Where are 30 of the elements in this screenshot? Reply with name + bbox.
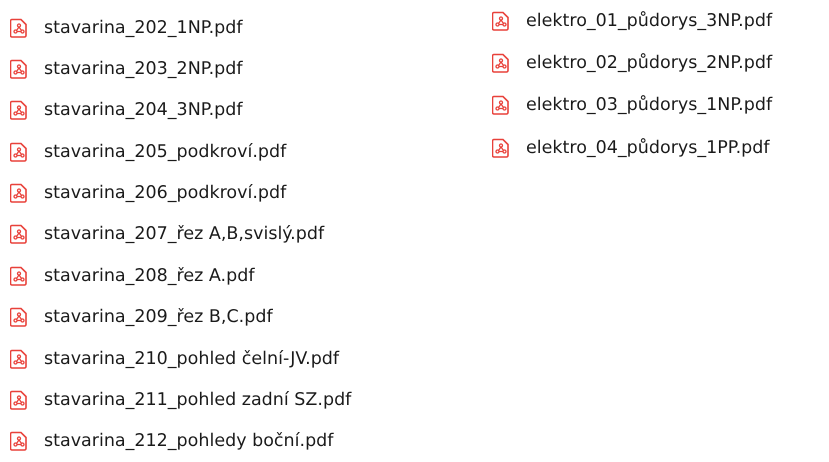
file-name[interactable]: elektro_04_půdorys_1PP.pdf [526,138,770,158]
pdf-file-icon [10,100,28,120]
pdf-file-icon [10,142,28,162]
file-name[interactable]: stavarina_207_řez A,B,svislý.pdf [44,224,324,244]
pdf-file-icon [10,59,28,80]
pdf-file-icon [10,307,28,328]
pdf-file-icon [10,266,28,286]
file-name[interactable]: stavarina_210_pohled čelní-JV.pdf [44,348,340,369]
file-name[interactable]: stavarina_209_řez B,C.pdf [44,307,273,328]
pdf-file-icon [10,390,28,410]
file-name[interactable]: elektro_02_půdorys_2NP.pdf [526,53,772,74]
pdf-file-icon [492,138,510,158]
pdf-file-icon [10,18,28,38]
file-name[interactable]: stavarina_202_1NP.pdf [44,18,243,38]
file-name[interactable]: stavarina_204_3NP.pdf [44,100,243,120]
pdf-file-icon [10,348,28,369]
file-name[interactable]: elektro_03_půdorys_1NP.pdf [526,95,772,116]
file-name[interactable]: stavarina_212_pohledy boční.pdf [44,431,334,452]
pdf-file-icon [492,53,510,74]
file-name[interactable]: stavarina_203_2NP.pdf [44,59,243,80]
file-name[interactable]: stavarina_205_podkroví.pdf [44,142,286,162]
pdf-file-icon [10,431,28,452]
pdf-file-icon [10,183,28,204]
pdf-file-icon [10,224,28,244]
pdf-file-icon [492,95,510,116]
pdf-file-icon [492,11,510,32]
file-name[interactable]: stavarina_206_podkroví.pdf [44,183,286,204]
file-name[interactable]: stavarina_211_pohled zadní SZ.pdf [44,390,352,410]
file-name[interactable]: stavarina_208_řez A.pdf [44,266,254,286]
file-name[interactable]: elektro_01_půdorys_3NP.pdf [526,11,772,32]
